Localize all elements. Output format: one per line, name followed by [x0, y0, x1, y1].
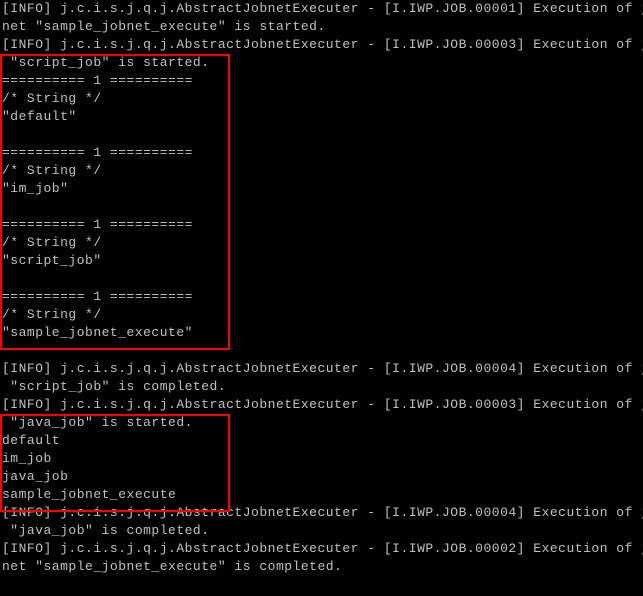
terminal-output: [INFO] j.c.i.s.j.q.j.AbstractJobnetExecu… — [0, 0, 643, 576]
log-line: ========== 1 ========== — [2, 72, 643, 90]
log-line: "im_job" — [2, 180, 643, 198]
log-line: /* String */ — [2, 306, 643, 324]
log-line: [INFO] j.c.i.s.j.q.j.AbstractJobnetExecu… — [2, 540, 643, 558]
log-line: [INFO] j.c.i.s.j.q.j.AbstractJobnetExecu… — [2, 36, 643, 54]
log-line: "java_job" is started. — [2, 414, 643, 432]
log-line: im_job — [2, 450, 643, 468]
log-line: "script_job" — [2, 252, 643, 270]
log-line: /* String */ — [2, 162, 643, 180]
log-line — [2, 126, 643, 144]
log-line: ========== 1 ========== — [2, 288, 643, 306]
log-line: [INFO] j.c.i.s.j.q.j.AbstractJobnetExecu… — [2, 0, 643, 18]
log-line: /* String */ — [2, 90, 643, 108]
log-line: ========== 1 ========== — [2, 144, 643, 162]
log-line: net "sample_jobnet_execute" is completed… — [2, 558, 643, 576]
log-line — [2, 198, 643, 216]
log-line: "script_job" is completed. — [2, 378, 643, 396]
log-line: [INFO] j.c.i.s.j.q.j.AbstractJobnetExecu… — [2, 396, 643, 414]
log-line: ========== 1 ========== — [2, 216, 643, 234]
log-line: "sample_jobnet_execute" — [2, 324, 643, 342]
log-line: [INFO] j.c.i.s.j.q.j.AbstractJobnetExecu… — [2, 504, 643, 522]
log-line: "script_job" is started. — [2, 54, 643, 72]
log-line: "default" — [2, 108, 643, 126]
log-line: [INFO] j.c.i.s.j.q.j.AbstractJobnetExecu… — [2, 360, 643, 378]
log-line: default — [2, 432, 643, 450]
log-line: /* String */ — [2, 234, 643, 252]
log-line: sample_jobnet_execute — [2, 486, 643, 504]
log-line — [2, 270, 643, 288]
log-line: java_job — [2, 468, 643, 486]
log-line: "java_job" is completed. — [2, 522, 643, 540]
log-line — [2, 342, 643, 360]
log-line: net "sample_jobnet_execute" is started. — [2, 18, 643, 36]
